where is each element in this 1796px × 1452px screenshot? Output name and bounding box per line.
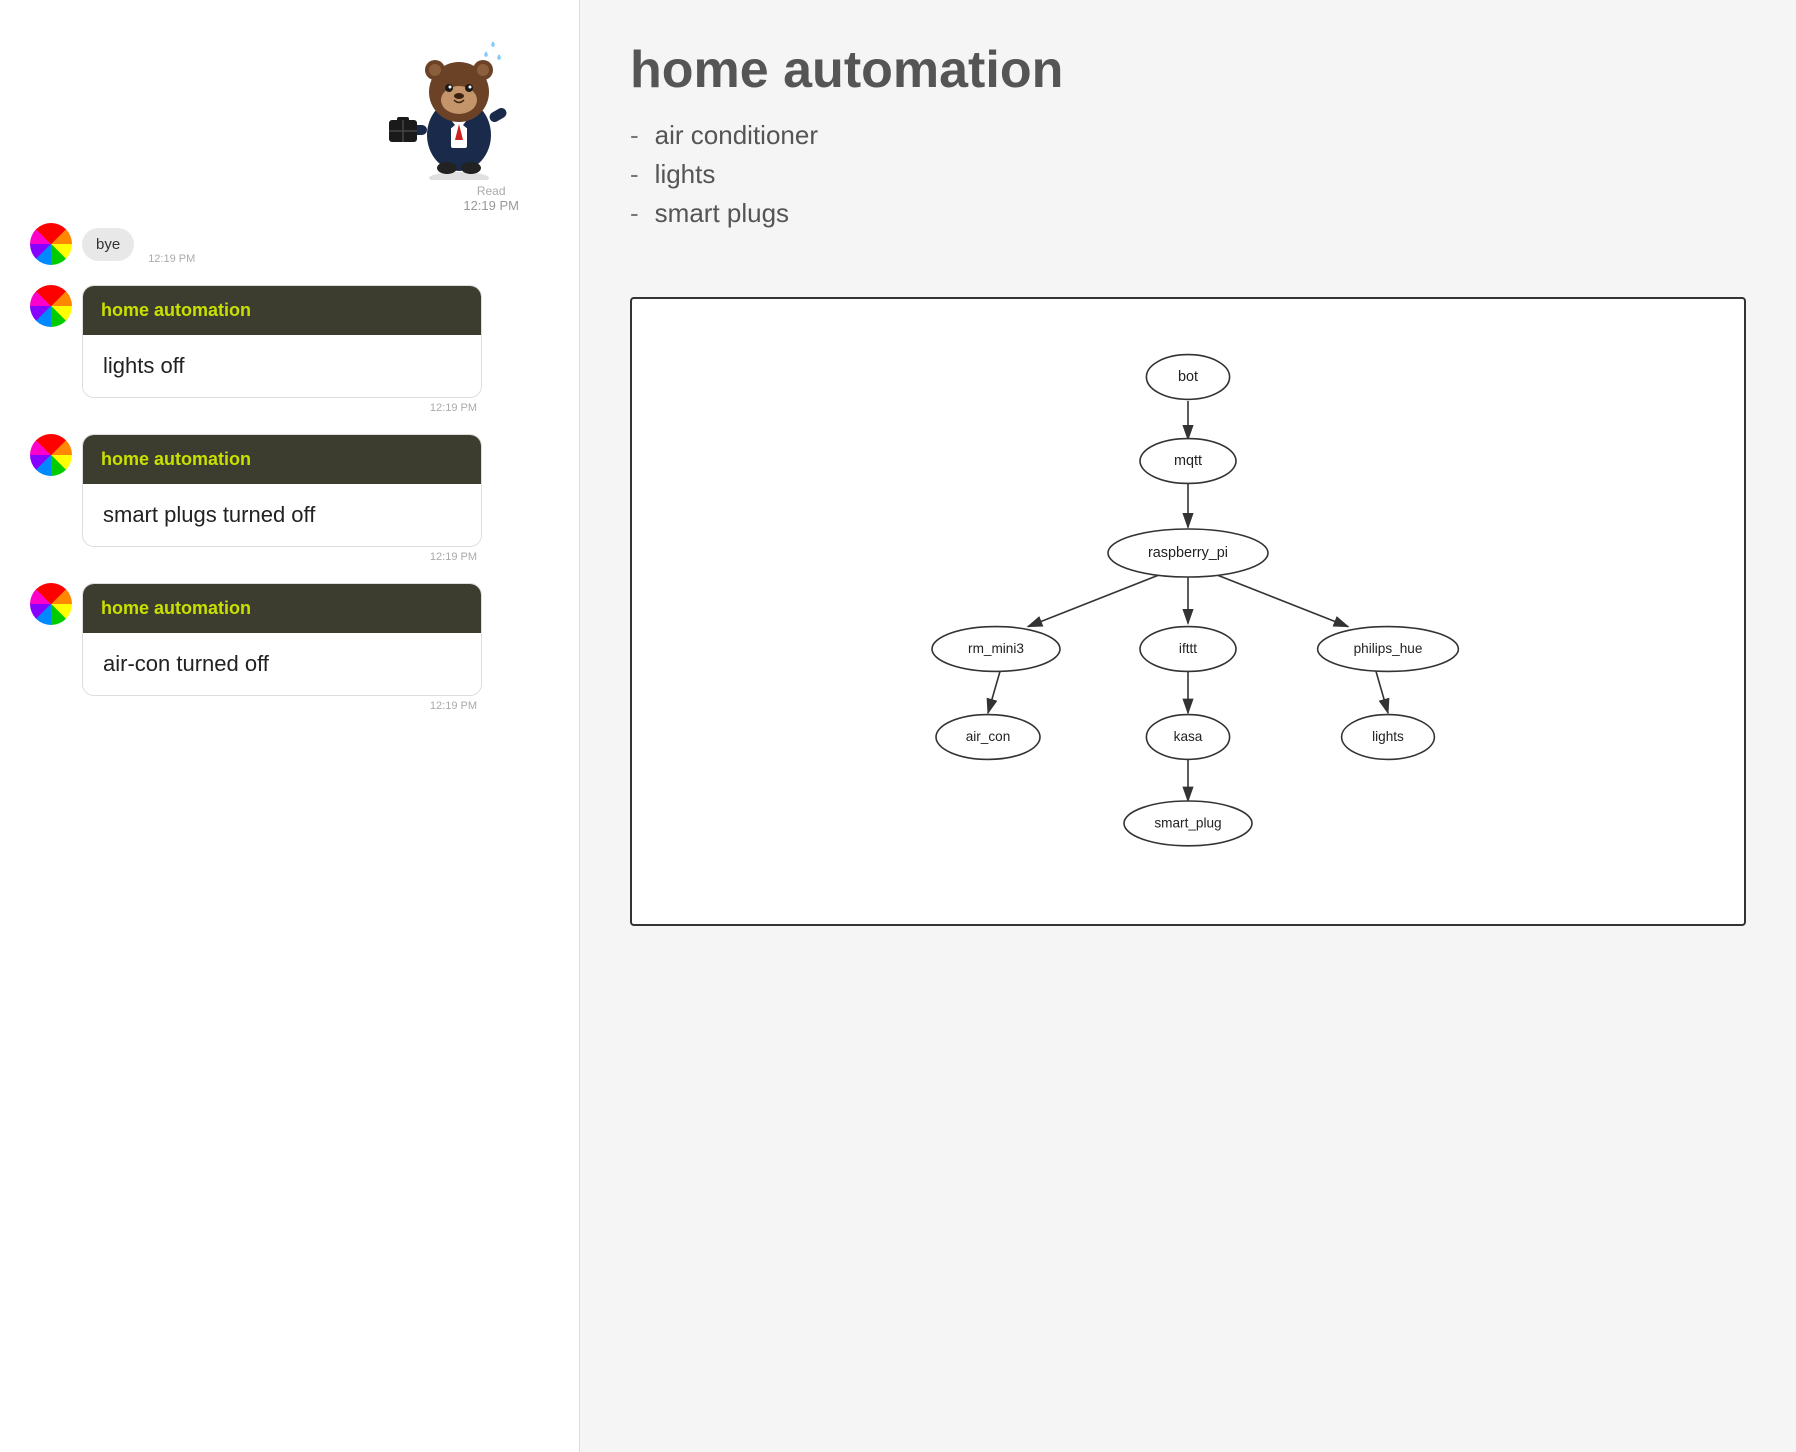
bot-card-body-3: air-con turned off	[83, 633, 481, 695]
feature-label-2: lights	[655, 159, 716, 190]
feature-item-3: - smart plugs	[630, 198, 1746, 229]
bot-card-body-1: lights off	[83, 335, 481, 397]
feature-dash-1: -	[630, 120, 639, 151]
avatar	[30, 434, 72, 476]
node-mqtt: mqtt	[1174, 453, 1202, 469]
feature-dash-2: -	[630, 159, 639, 190]
avatar	[30, 583, 72, 625]
bot-card-header-2: home automation	[83, 435, 481, 484]
node-ifttt: ifttt	[1179, 641, 1197, 656]
bot-card-body-text-3: air-con turned off	[103, 651, 269, 676]
bot-card-body-text-1: lights off	[103, 353, 185, 378]
bot-card-title-2: home automation	[101, 449, 251, 469]
bot-message-row-1: home automation lights off 12:19 PM	[30, 285, 559, 414]
bot-card-3: home automation air-con turned off	[82, 583, 482, 696]
node-lights: lights	[1372, 729, 1404, 744]
bot-message-row-3: home automation air-con turned off 12:19…	[30, 583, 559, 712]
diagram-svg: bot mqtt raspberry_pi rm_mini3 ifttt phi…	[652, 329, 1724, 889]
node-air-con: air_con	[966, 729, 1011, 744]
diagram-container: bot mqtt raspberry_pi rm_mini3 ifttt phi…	[630, 297, 1746, 926]
bot-time-3: 12:19 PM	[82, 700, 482, 712]
bot-card-header-3: home automation	[83, 584, 481, 633]
bot-time-1: 12:19 PM	[82, 402, 482, 414]
feature-item-2: - lights	[630, 159, 1746, 190]
node-kasa: kasa	[1174, 729, 1203, 744]
feature-list: - air conditioner - lights - smart plugs	[630, 120, 1746, 229]
bot-card-body-text-2: smart plugs turned off	[103, 502, 315, 527]
feature-item-1: - air conditioner	[630, 120, 1746, 151]
node-bot: bot	[1178, 369, 1198, 385]
bye-time: 12:19 PM	[148, 253, 195, 265]
chat-messages: bye 12:19 PM home automation lights off …	[0, 223, 579, 712]
title-section: home automation - air conditioner - ligh…	[630, 40, 1746, 237]
bot-card-2: home automation smart plugs turned off	[82, 434, 482, 547]
bot-message-row-2: home automation smart plugs turned off 1…	[30, 434, 559, 563]
sticker-read-label: Read	[463, 184, 519, 198]
bot-card-header-1: home automation	[83, 286, 481, 335]
feature-dash-3: -	[630, 198, 639, 229]
bye-bubble: bye	[82, 228, 134, 261]
bot-card-1: home automation lights off	[82, 285, 482, 398]
avatar	[30, 223, 72, 265]
node-smart-plug: smart_plug	[1154, 815, 1221, 830]
bear-sticker	[379, 20, 539, 180]
node-raspberry-pi: raspberry_pi	[1148, 545, 1228, 561]
sticker-time: 12:19 PM	[463, 198, 519, 213]
avatar	[30, 285, 72, 327]
right-panel: home automation - air conditioner - ligh…	[580, 0, 1796, 1452]
bot-card-body-2: smart plugs turned off	[83, 484, 481, 546]
sticker-area: Read 12:19 PM	[0, 20, 579, 213]
chat-panel: Read 12:19 PM bye 12:19 PM home automati…	[0, 0, 580, 1452]
bot-card-title-3: home automation	[101, 598, 251, 618]
feature-label-1: air conditioner	[655, 120, 818, 151]
bye-message-row: bye 12:19 PM	[30, 223, 559, 265]
node-philips-hue: philips_hue	[1354, 641, 1423, 656]
node-rm-mini3: rm_mini3	[968, 641, 1024, 656]
bot-time-2: 12:19 PM	[82, 551, 482, 563]
bot-card-title-1: home automation	[101, 300, 251, 320]
feature-label-3: smart plugs	[655, 198, 789, 229]
page-title: home automation	[630, 40, 1746, 100]
sticker-meta: Read 12:19 PM	[463, 184, 519, 213]
